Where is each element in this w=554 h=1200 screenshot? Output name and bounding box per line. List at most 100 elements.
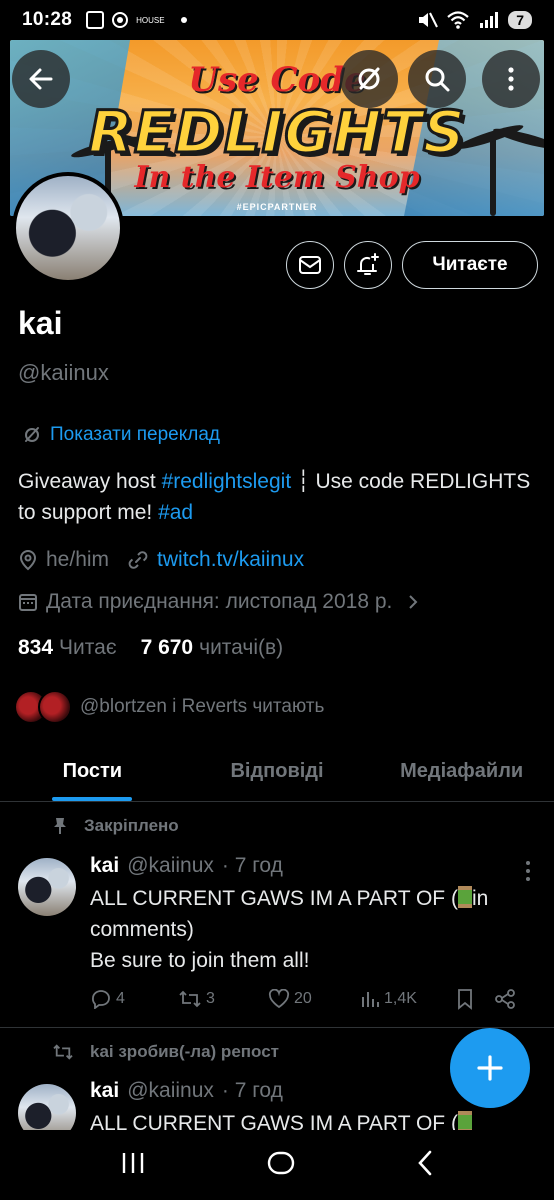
translate-profile-button[interactable] [340,50,398,108]
home-button[interactable] [266,1148,296,1183]
location-pin-icon [19,549,37,571]
pinned-indicator: Закріплено [52,816,179,836]
tweet-text-line: Be sure to join them all! [90,949,310,972]
tweet-text-part: ALL CURRENT GAWS IM A PART OF ( [90,1112,458,1130]
follow-counts: 834 Читає 7 670 читачі(в) [18,636,283,660]
followers-label: читачі(в) [199,636,284,659]
home-icon [267,1151,295,1174]
tweet-avatar[interactable] [18,858,76,916]
hashtag-link[interactable]: #ad [158,501,193,524]
hashtag-link[interactable]: #redlightslegit [162,470,292,493]
banner-line-2: REDLIGHTS [87,97,466,168]
reply-count: 4 [116,990,125,1007]
bell-plus-icon [357,253,379,275]
status-right-icons: 7 [416,10,532,30]
bookmark-icon [458,989,472,1010]
thread-spool-emoji [457,1111,472,1130]
repost-indicator: kai зробив(-ла) репост [52,1042,279,1062]
thread-spool-emoji [457,886,472,908]
more-vertical-icon [508,67,514,91]
reply-icon [92,990,110,1009]
tweet-header: kai @kaiinux · 7 год [90,1079,283,1103]
profile-avatar[interactable] [12,172,124,284]
repost-count: 3 [206,990,215,1007]
system-nav-bar [0,1130,554,1200]
plus-icon [477,1055,503,1081]
signal-icon [480,12,499,28]
views-count: 1,4K [384,990,417,1007]
search-button[interactable] [408,50,466,108]
search-icon [425,67,450,92]
following-count: 834 [18,636,54,659]
more-vertical-icon [526,861,530,881]
repost-icon [179,990,201,1008]
notifications-button[interactable] [344,241,392,289]
bookmark-button[interactable] [456,988,494,1010]
profile-handle: @kaiinux [18,360,109,385]
repost-label: kai зробив(-ла) репост [90,1042,279,1061]
back-button[interactable] [12,50,70,108]
tweet-divider [0,1027,554,1028]
chevron-right-icon [409,595,418,609]
house-label: HOUSE [136,15,165,25]
views-button[interactable]: 1,4K [360,989,456,1009]
website-link[interactable]: twitch.tv/kaiinux [157,548,304,572]
pin-icon [54,818,66,834]
wifi-icon [447,11,469,29]
followers-count-link[interactable]: 7 670 читачі(в) [141,636,284,660]
status-left-icons: HOUSE [86,11,187,29]
bio-text: Giveaway host [18,470,162,493]
back-nav-button[interactable] [415,1149,435,1182]
translate-icon [25,427,39,442]
notification-dot-icon [180,17,187,23]
join-date: Дата приєднання: листопад 2018 р. [46,590,393,613]
pronouns: he/him [46,548,110,571]
tweet-text: ALL CURRENT GAWS IM A PART OF ( [90,1108,538,1130]
like-count: 20 [294,990,312,1007]
following-count-link[interactable]: 834 Читає [18,636,117,660]
repost-button[interactable]: 3 [178,989,268,1009]
followed-by-row[interactable]: @blortzen і Reverts читають [14,690,324,724]
focus-icon [112,12,129,28]
more-options-button[interactable] [482,50,540,108]
share-icon [495,989,515,1009]
followers-count: 7 670 [140,636,194,659]
tweet-author-name[interactable]: kai [90,1079,119,1103]
tab-posts[interactable]: Пости [0,746,185,801]
mail-icon [299,256,321,274]
tweet-author-handle: @kaiinux [127,854,214,877]
heart-icon [268,989,290,1009]
profile-tabs: Пости Відповіді Медіафайли [0,746,554,802]
screen-record-icon [86,11,105,29]
tweet-author-name[interactable]: kai [90,854,119,878]
share-button[interactable] [494,988,516,1010]
translate-icon [358,67,380,90]
profile-meta-row: he/him twitch.tv/kaiinux [18,548,304,572]
follower-avatar [38,690,72,724]
reply-button[interactable]: 4 [90,989,178,1009]
tweet-author-handle: @kaiinux [127,1079,214,1102]
recents-button[interactable] [119,1150,147,1181]
compose-post-button[interactable] [450,1028,530,1108]
tweet-time: · 7 год [221,1079,283,1102]
show-translation-link[interactable]: Показати переклад [22,424,220,446]
tweet-actions: 4 3 20 1,4K [90,988,530,1010]
battery-indicator: 7 [508,11,532,29]
tweet-text: ALL CURRENT GAWS IM A PART OF (in commen… [90,883,538,976]
views-icon [362,992,379,1007]
message-button[interactable] [286,241,334,289]
following-button[interactable]: Читаєте [402,241,538,289]
like-button[interactable]: 20 [268,989,360,1009]
tweet-text-part: ALL CURRENT GAWS IM A PART OF ( [90,887,458,910]
status-bar: 10:28 HOUSE 7 [0,0,554,40]
recents-icon [123,1152,144,1173]
join-date-row[interactable]: Дата приєднання: листопад 2018 р. [18,590,420,614]
tab-replies[interactable]: Відповіді [185,746,370,801]
tweet-time: · 7 год [221,854,283,877]
tab-media[interactable]: Медіафайли [369,746,554,801]
back-arrow-icon [29,68,53,90]
followed-by-text: @blortzen і Reverts читають [80,696,325,717]
calendar-icon [19,594,37,611]
chevron-left-icon [417,1150,431,1175]
mute-icon [419,12,439,28]
